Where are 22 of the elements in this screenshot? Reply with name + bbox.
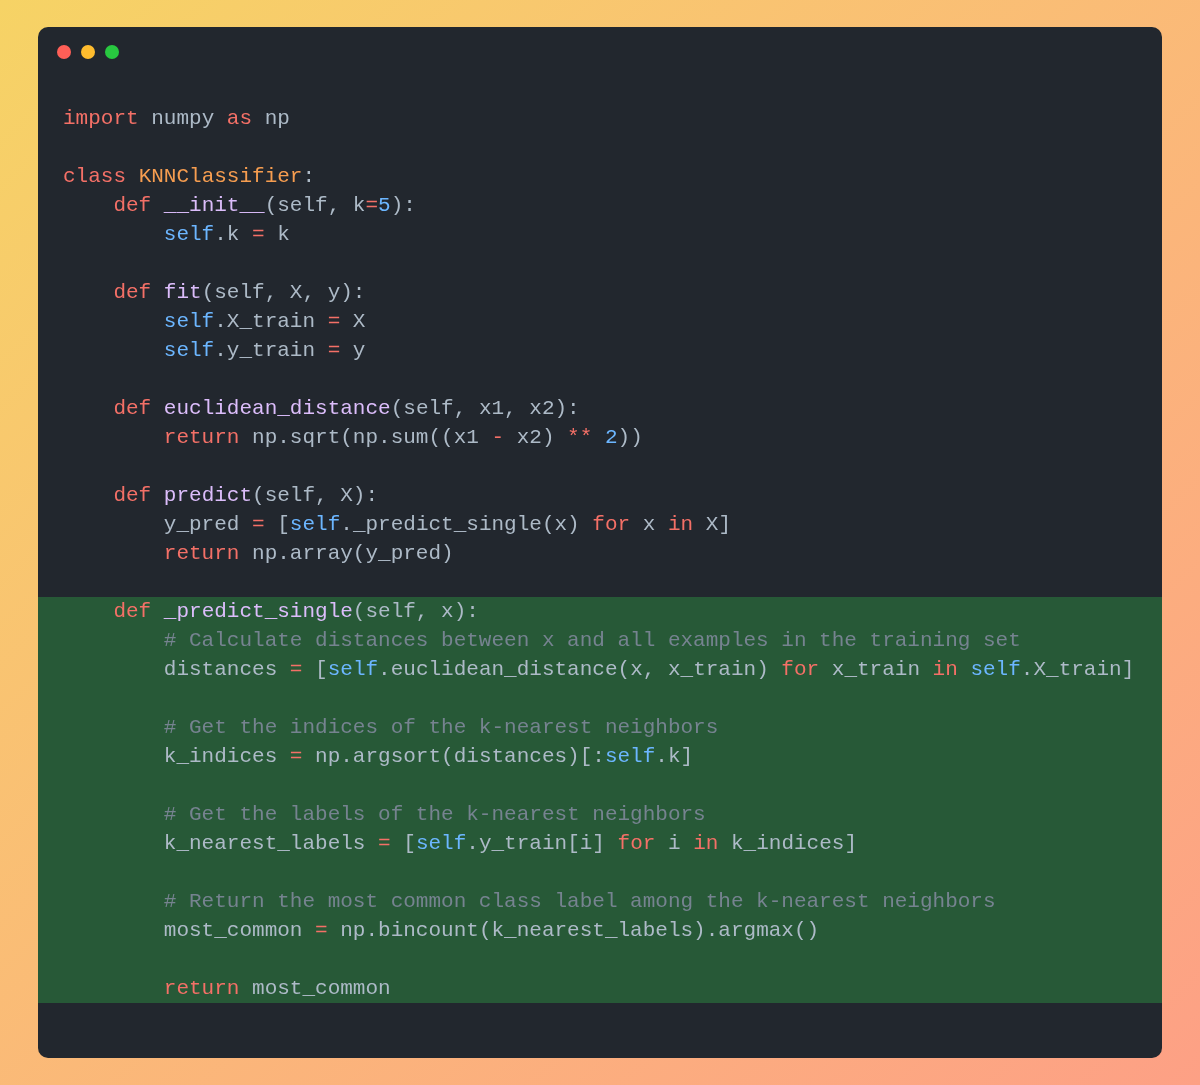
code-line: y_pred = [self._predict_single(x) for x in X] [162,512,731,538]
code-line: # Get the labels of the k-nearest neighbors [162,802,706,828]
code-line: self.X_train = X [162,309,366,335]
code-line: # Calculate distances between x and all examples in the training set [162,628,1021,654]
code-line: class KNNClassifier: [62,164,316,190]
code-line: import numpy as np [62,106,290,132]
code-line: return most_common [162,976,391,1002]
code-line: # Get the indices of the k-nearest neighbors [162,715,719,741]
code-line: k_indices = np.argsort(distances)[:self.k] [162,744,694,770]
code-line: def euclidean_distance(self, x1, x2): [112,396,580,422]
code-line: def predict(self, X): [112,483,379,509]
code-line: distances = [self.euclidean_distance(x, x_train) for x_train in self.X_train] [162,657,1135,683]
code-line: return np.sqrt(np.sum((x1 - x2) ** 2)) [162,425,643,451]
code-line: self.k = k [162,222,290,248]
code-line: # Return the most common class label among the k-nearest neighbors [162,889,996,915]
code-line: def _predict_single(self, x): [112,599,479,625]
code-line: most_common = np.bincount(k_nearest_labels).argmax() [162,918,820,944]
code-line: return np.array(y_pred) [162,541,454,567]
code-line: def __init__(self, k=5): [112,193,416,219]
code-line: k_nearest_labels = [self.y_train[i] for i in k_indices] [162,831,857,857]
code-line: self.y_train = y [162,338,366,364]
code-line: def fit(self, X, y): [112,280,366,306]
